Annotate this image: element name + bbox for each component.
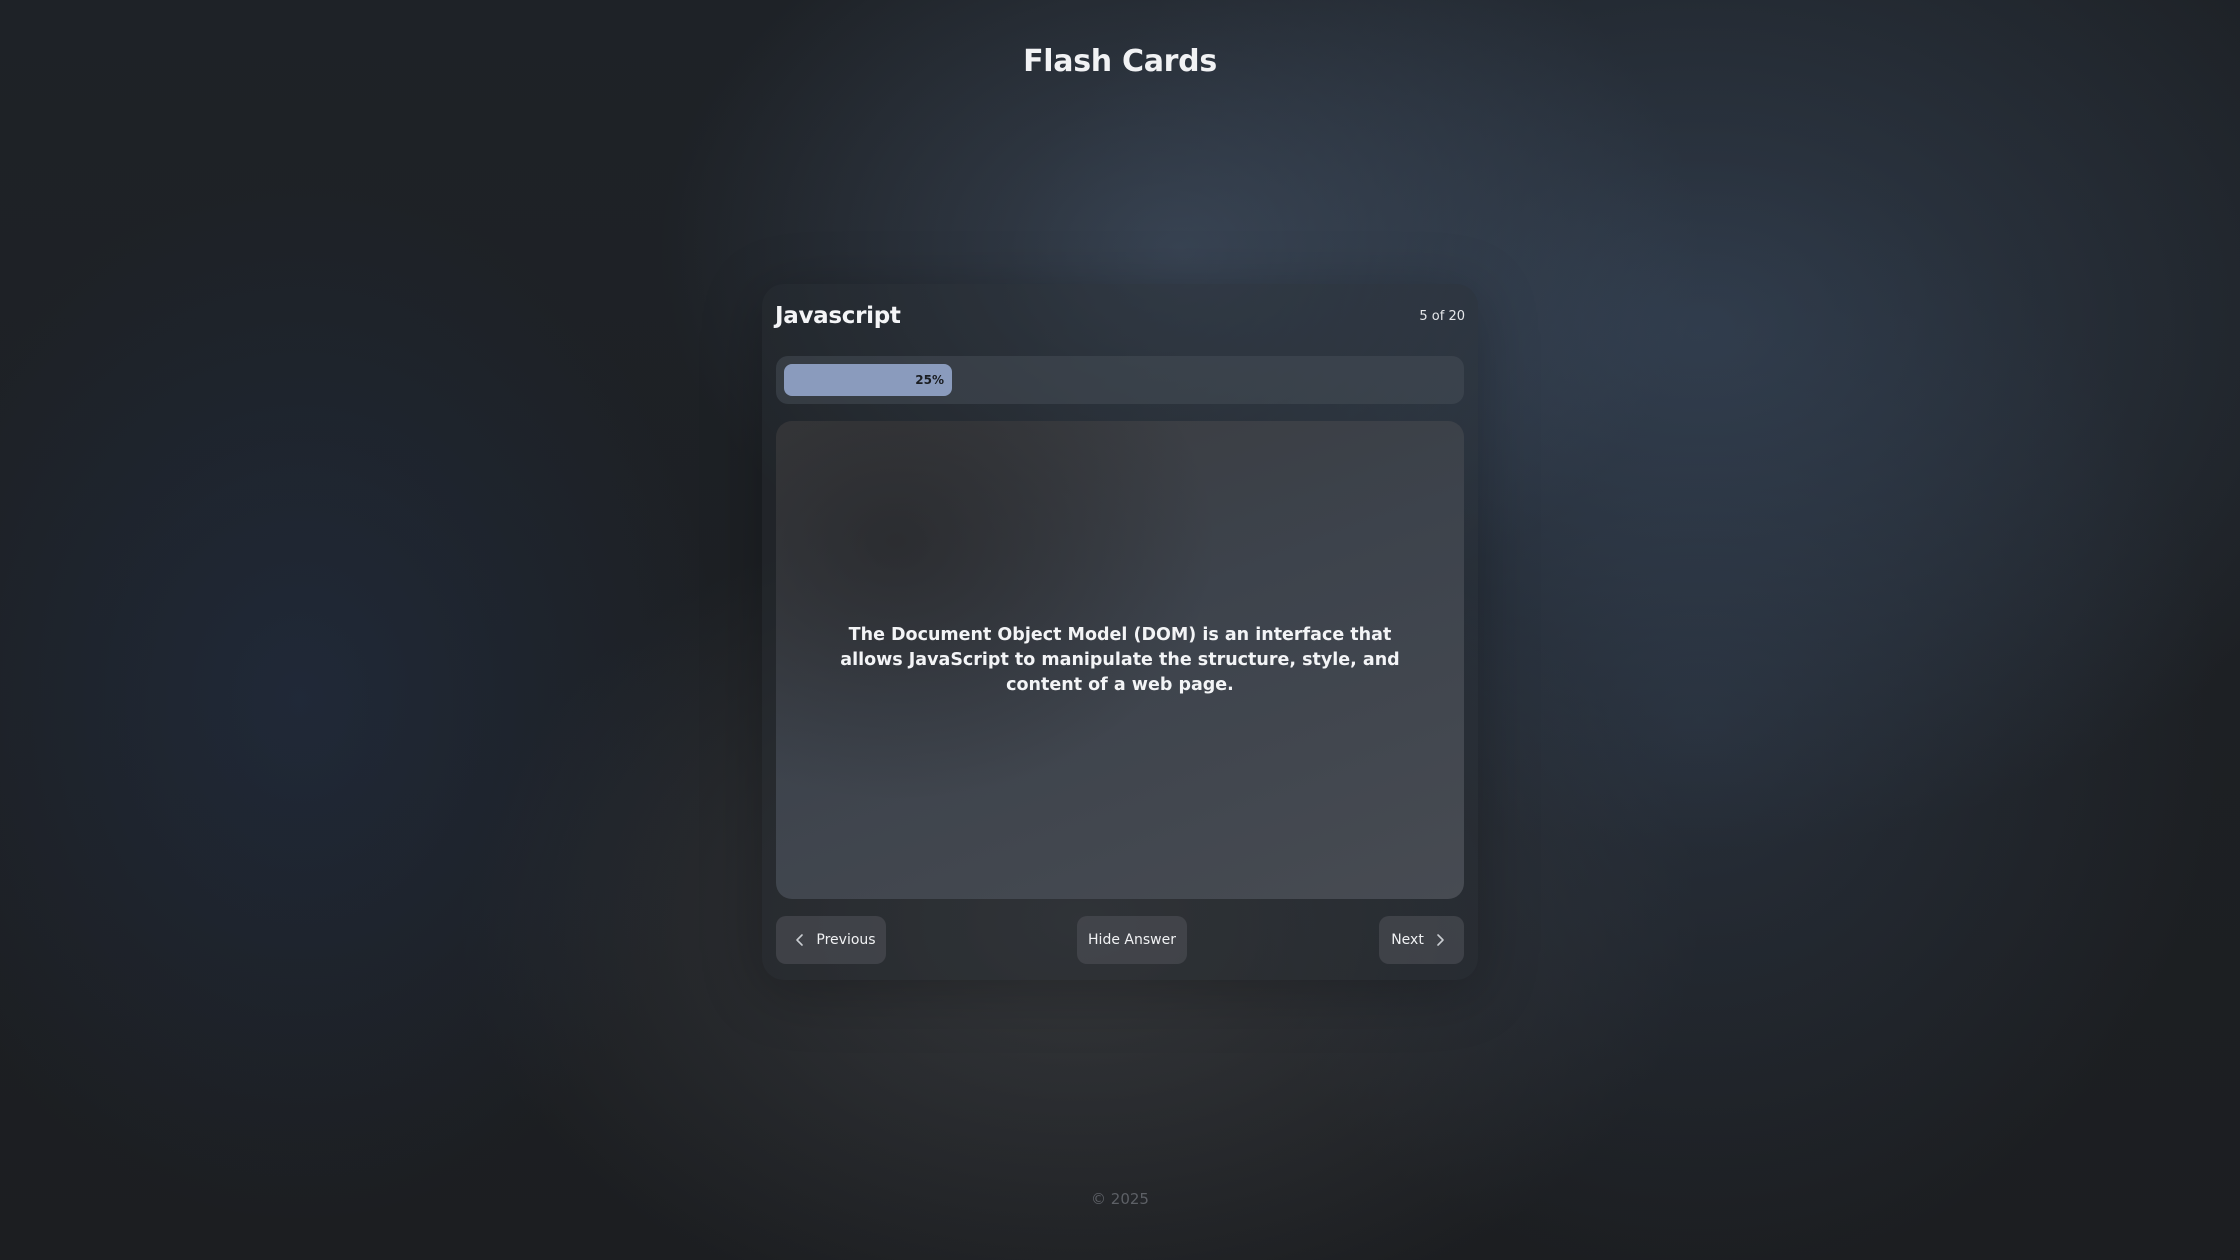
next-button[interactable]: Next — [1379, 916, 1464, 964]
chevron-left-icon — [792, 932, 808, 948]
chevron-right-icon — [1432, 932, 1448, 948]
progress-fill: 25% — [784, 364, 952, 396]
hide-answer-label: Hide Answer — [1088, 932, 1176, 948]
deck-header: Javascript 5 of 20 — [775, 300, 1465, 332]
footer-copyright: © 2025 — [1091, 1190, 1149, 1208]
deck-name: Javascript — [775, 303, 901, 329]
progress-label: 25% — [915, 373, 944, 387]
hide-answer-button[interactable]: Hide Answer — [1077, 916, 1187, 964]
page-title: Flash Cards — [1023, 44, 1217, 79]
card-counter: 5 of 20 — [1419, 308, 1465, 324]
flash-card[interactable]: The Document Object Model (DOM) is an in… — [776, 421, 1464, 899]
previous-label: Previous — [816, 932, 876, 948]
card-answer-text: The Document Object Model (DOM) is an in… — [840, 624, 1400, 695]
progress-bar: 25% — [776, 356, 1464, 404]
previous-button[interactable]: Previous — [776, 916, 886, 964]
next-label: Next — [1391, 932, 1424, 948]
